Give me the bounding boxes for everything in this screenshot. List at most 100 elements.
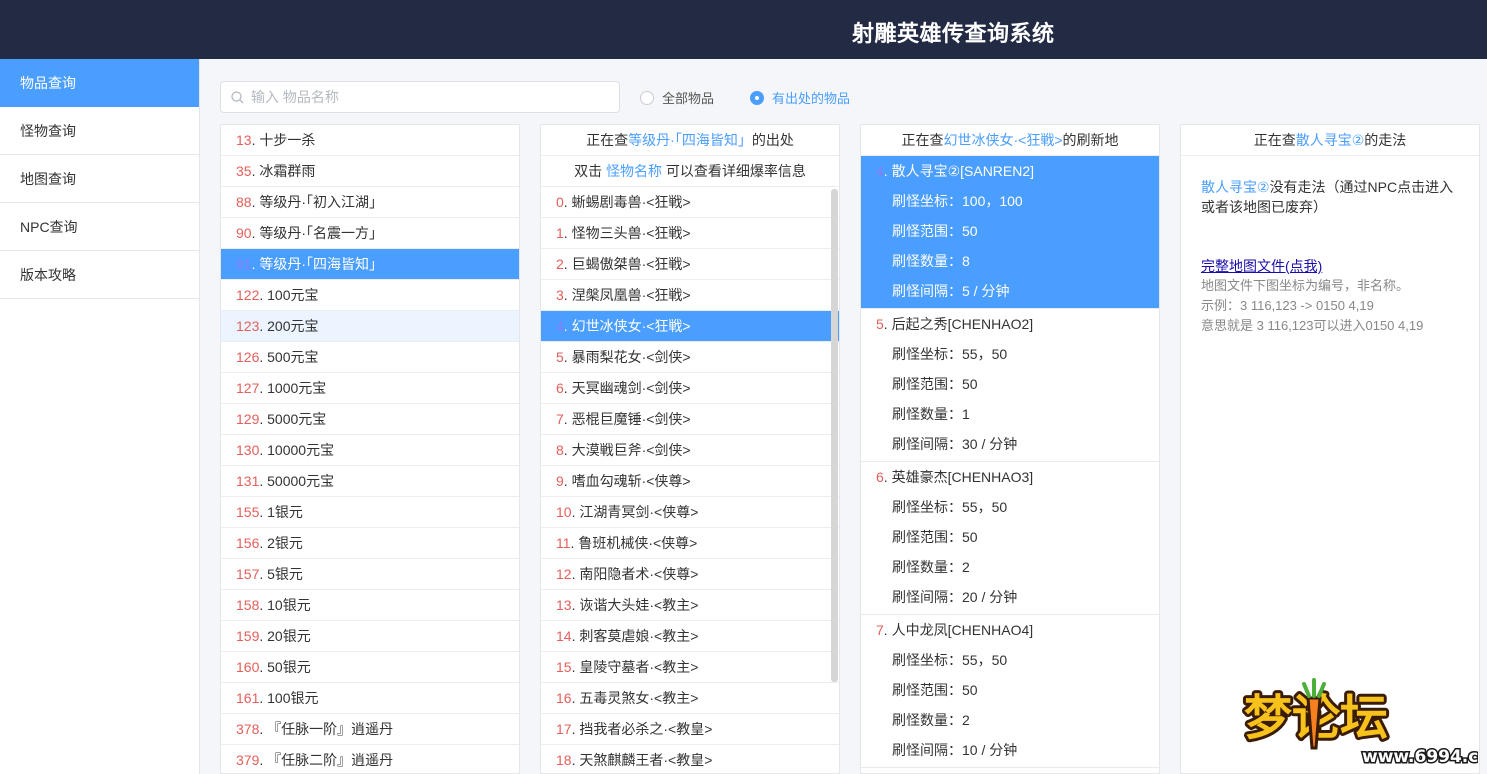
route-map-name: 散人寻宝② [1201,179,1270,195]
item-id: 379 [236,752,260,768]
item-id: 157 [236,566,260,582]
hint-link: 怪物名称 [606,163,662,179]
monster-row[interactable]: 18. 天煞麒麟王者·<教皇> [541,745,839,773]
sidebar-item-monsters[interactable]: 怪物查询 [0,107,199,155]
item-row[interactable]: 90. 等级丹·「名震一方」 [221,218,519,249]
spawn-coord-label: 刷怪坐标： [892,346,962,362]
item-row[interactable]: 156. 2银元 [221,528,519,559]
item-row[interactable]: 155. 1银元 [221,497,519,528]
item-row[interactable]: 91. 等级丹·「四海皆知」 [221,249,519,280]
item-row[interactable]: 88. 等级丹·「初入江湖」 [221,187,519,218]
item-row[interactable]: 160. 50银元 [221,652,519,683]
search-box [220,81,620,113]
item-row[interactable]: 379. 『任脉二阶』逍遥丹 [221,745,519,773]
item-row[interactable]: 157. 5银元 [221,559,519,590]
item-row[interactable]: 161. 100银元 [221,683,519,714]
spawn-interval-value: 5 / 分钟 [962,283,1010,299]
note-line: 示例：3 116,123 -> 0150 4,19 [1201,298,1374,313]
filter-all-radio[interactable]: 全部物品 [640,88,714,107]
filter-all-label: 全部物品 [662,91,715,106]
item-row[interactable]: 13. 十步一杀 [221,125,519,156]
monster-row[interactable]: 9. 嗜血勾魂斩·<侠尊> [541,466,839,497]
item-separator: . [259,597,268,613]
monster-row[interactable]: 13. 诙谐大头娃·<教主> [541,590,839,621]
search-input[interactable] [251,82,611,112]
sidebar-item-maps[interactable]: 地图查询 [0,155,199,203]
filter-with-source-radio[interactable]: 有出处的物品 [750,88,850,107]
header-item-name: 等级丹·「四海皆知」 [628,132,752,148]
monster-separator: . [563,318,572,334]
monster-row[interactable]: 8. 大漠戦巨斧·<剑侠> [541,435,839,466]
item-id: 156 [236,535,260,551]
header-prefix: 正在查 [901,132,944,148]
monster-row[interactable]: 2. 巨蝎傲桀兽·<狂戦> [541,249,839,280]
monster-name: 南阳隐者术·<侠尊> [579,566,699,582]
monster-row[interactable]: 6. 天冥幽魂剑·<剑侠> [541,373,839,404]
watermark-url: www.6994.cn [1362,747,1478,767]
item-name: 20银元 [267,628,311,644]
full-map-link[interactable]: 完整地图文件(点我) [1201,256,1322,276]
item-separator: . [259,659,268,675]
monster-id: 17 [556,721,572,737]
monster-row[interactable]: 17. 挡我者必杀之·<教皇> [541,714,839,745]
header-monster-name: 幻世冰侠女·<狂戦> [943,132,1063,148]
sidebar-item-items[interactable]: 物品查询 [0,59,199,107]
spawn-entry[interactable]: 7. 人中龙凤[CHENHAO4] 刷怪坐标：55，50 刷怪范围：50 刷怪数量：2… [861,615,1159,768]
monster-row[interactable]: 0. 蜥蜴剧毒兽·<狂戦> [541,187,839,218]
item-separator: . [259,349,268,365]
header-suffix: 的出处 [751,132,794,148]
spawn-map-id: 6 [876,469,884,485]
spawn-entry[interactable]: 4. 散人寻宝②[SANREN2] 刷怪坐标：100，100 刷怪范围：50 刷怪数量… [861,156,1159,309]
monster-id: 5 [556,349,564,365]
monster-row[interactable]: 12. 南阳隐者术·<侠尊> [541,559,839,590]
item-row[interactable]: 129. 5000元宝 [221,404,519,435]
item-name: 100元宝 [267,287,319,303]
monster-id: 4 [556,318,564,334]
monster-row[interactable]: 5. 暴雨梨花女·<剑侠> [541,342,839,373]
item-name: 200元宝 [267,318,319,334]
top-bar: 射雕英雄传查询系统 [0,0,1487,59]
source-panel: 正在查等级丹·「四海皆知」的出处 双击 怪物名称 可以查看详细爆率信息 0. 蜥… [540,124,840,774]
monster-id: 11 [556,535,571,551]
spawn-coord-line: 刷怪坐标：55，50 [861,339,1159,369]
monster-name: 五毒灵煞女·<教主> [579,690,699,706]
item-id: 155 [236,504,260,520]
item-row[interactable]: 131. 50000元宝 [221,466,519,497]
item-row[interactable]: 122. 100元宝 [221,280,519,311]
item-row[interactable]: 378. 『任脉一阶』逍遥丹 [221,714,519,745]
item-name: 等级丹·「名震一方」 [259,225,384,241]
scrollbar[interactable] [831,189,838,682]
item-id: 88 [236,194,252,210]
monster-row[interactable]: 16. 五毒灵煞女·<教主> [541,683,839,714]
item-name: 10000元宝 [267,442,335,458]
item-row[interactable]: 126. 500元宝 [221,342,519,373]
spawn-map-title: 5. 后起之秀[CHENHAO2] [861,309,1159,339]
spawn-panel-header: 正在查幻世冰侠女·<狂戦>的刷新地 [861,125,1159,156]
monster-row[interactable]: 3. 涅槃凤凰兽·<狂戦> [541,280,839,311]
item-row[interactable]: 159. 20银元 [221,621,519,652]
monster-row[interactable]: 1. 怪物三头兽·<狂戦> [541,218,839,249]
spawn-separator: . [883,469,892,485]
monster-row[interactable]: 15. 皇陵守墓者·<教主> [541,652,839,683]
spawn-range-label: 刷怪范围： [892,682,962,698]
spawn-entry[interactable]: 5. 后起之秀[CHENHAO2] 刷怪坐标：55，50 刷怪范围：50 刷怪数量：1… [861,309,1159,462]
monster-row[interactable]: 10. 江湖青冥剑·<侠尊> [541,497,839,528]
spawn-entry[interactable]: 6. 英雄豪杰[CHENHAO3] 刷怪坐标：55，50 刷怪范围：50 刷怪数量：2… [861,462,1159,615]
spawn-map-id: 4 [876,163,884,179]
item-id: 131 [236,473,260,489]
monster-row[interactable]: 7. 恶棍巨魔锤·<剑侠> [541,404,839,435]
item-name: 10银元 [267,597,311,613]
sidebar-item-npc[interactable]: NPC查询 [0,203,199,251]
item-row[interactable]: 127. 1000元宝 [221,373,519,404]
monster-row[interactable]: 14. 刺客莫虐娘·<教主> [541,621,839,652]
item-row[interactable]: 35. 冰霜群雨 [221,156,519,187]
monster-row[interactable]: 11. 鲁班机械侠·<侠尊> [541,528,839,559]
sidebar-item-guide[interactable]: 版本攻略 [0,251,199,299]
spawn-count-value: 2 [962,559,970,575]
item-row[interactable]: 123. 200元宝 [221,311,519,342]
monster-id: 1 [556,225,564,241]
monster-row[interactable]: 4. 幻世冰侠女·<狂戦> [541,311,839,342]
item-row[interactable]: 158. 10银元 [221,590,519,621]
monster-name: 挡我者必杀之·<教皇> [579,721,713,737]
item-row[interactable]: 130. 10000元宝 [221,435,519,466]
